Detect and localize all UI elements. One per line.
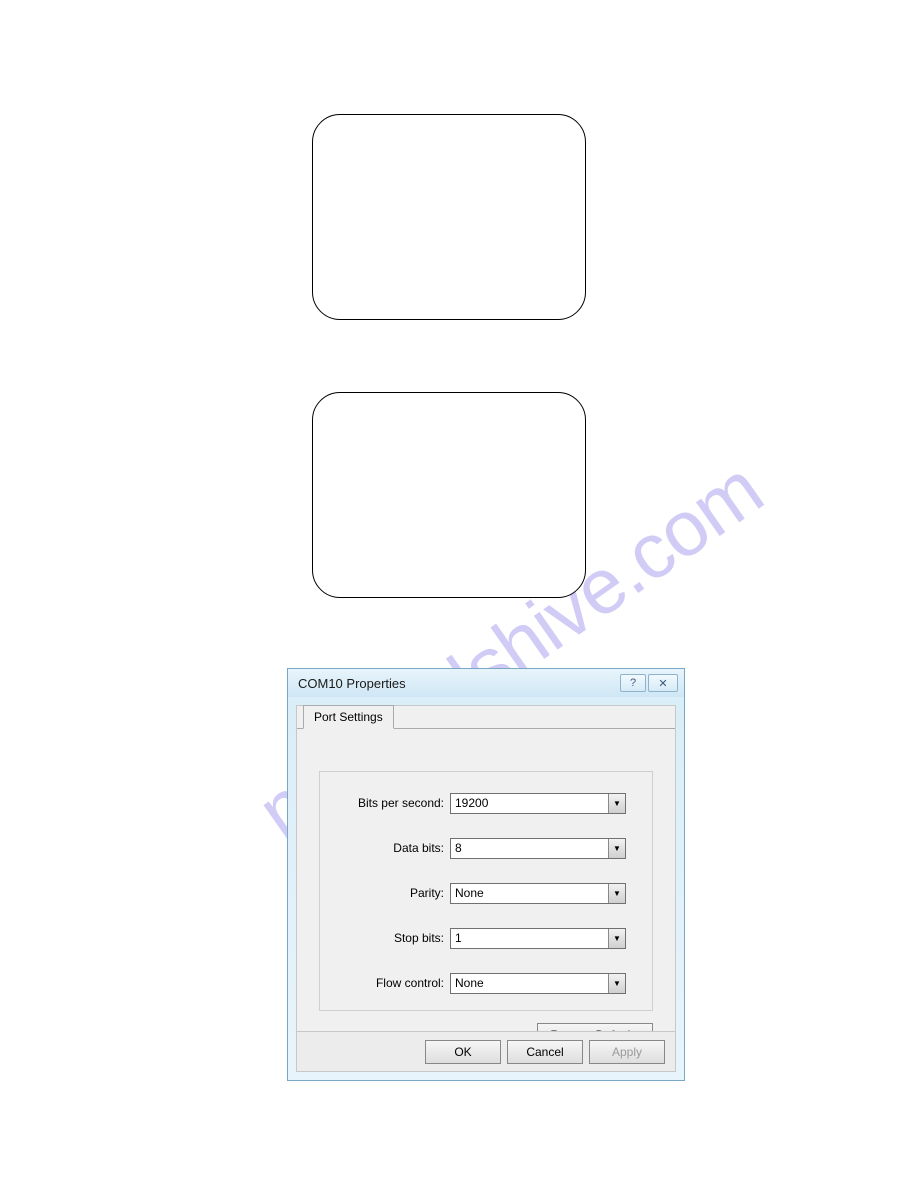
tab-port-settings[interactable]: Port Settings: [303, 705, 394, 729]
select-flow-control[interactable]: None ▼: [450, 973, 626, 994]
dialog-title: COM10 Properties: [294, 676, 618, 691]
ok-button[interactable]: OK: [425, 1040, 501, 1064]
label-stop-bits: Stop bits:: [320, 931, 450, 945]
dialog-body: Port Settings Bits per second: 19200 ▼ D…: [296, 705, 676, 1072]
chevron-down-icon: ▼: [608, 884, 625, 903]
select-value: 8: [451, 841, 608, 855]
select-bits-per-second[interactable]: 19200 ▼: [450, 793, 626, 814]
tab-label: Port Settings: [314, 710, 383, 724]
select-data-bits[interactable]: 8 ▼: [450, 838, 626, 859]
select-stop-bits[interactable]: 1 ▼: [450, 928, 626, 949]
field-parity: Parity: None ▼: [320, 882, 652, 904]
settings-group: Bits per second: 19200 ▼ Data bits: 8 ▼ …: [319, 771, 653, 1011]
cancel-label: Cancel: [526, 1045, 563, 1059]
label-parity: Parity:: [320, 886, 450, 900]
dialog-button-row: OK Cancel Apply: [297, 1031, 675, 1071]
select-parity[interactable]: None ▼: [450, 883, 626, 904]
placeholder-box-1: [312, 114, 586, 320]
label-bits-per-second: Bits per second:: [320, 796, 450, 810]
close-button[interactable]: ✕: [648, 674, 678, 692]
field-bits-per-second: Bits per second: 19200 ▼: [320, 792, 652, 814]
chevron-down-icon: ▼: [608, 839, 625, 858]
chevron-down-icon: ▼: [608, 929, 625, 948]
help-button[interactable]: ?: [620, 674, 646, 692]
label-flow-control: Flow control:: [320, 976, 450, 990]
titlebar: COM10 Properties ? ✕: [288, 669, 684, 697]
field-data-bits: Data bits: 8 ▼: [320, 837, 652, 859]
select-value: None: [451, 886, 608, 900]
ok-label: OK: [454, 1045, 471, 1059]
placeholder-box-2: [312, 392, 586, 598]
help-icon: ?: [630, 677, 636, 689]
apply-button: Apply: [589, 1040, 665, 1064]
com-properties-dialog: COM10 Properties ? ✕ Port Settings Bits …: [287, 668, 685, 1081]
chevron-down-icon: ▼: [608, 974, 625, 993]
select-value: 19200: [451, 796, 608, 810]
cancel-button[interactable]: Cancel: [507, 1040, 583, 1064]
tab-panel: Bits per second: 19200 ▼ Data bits: 8 ▼ …: [297, 728, 675, 1071]
select-value: None: [451, 976, 608, 990]
field-flow-control: Flow control: None ▼: [320, 972, 652, 994]
close-icon: ✕: [658, 677, 667, 690]
field-stop-bits: Stop bits: 1 ▼: [320, 927, 652, 949]
label-data-bits: Data bits:: [320, 841, 450, 855]
select-value: 1: [451, 931, 608, 945]
chevron-down-icon: ▼: [608, 794, 625, 813]
apply-label: Apply: [612, 1045, 642, 1059]
